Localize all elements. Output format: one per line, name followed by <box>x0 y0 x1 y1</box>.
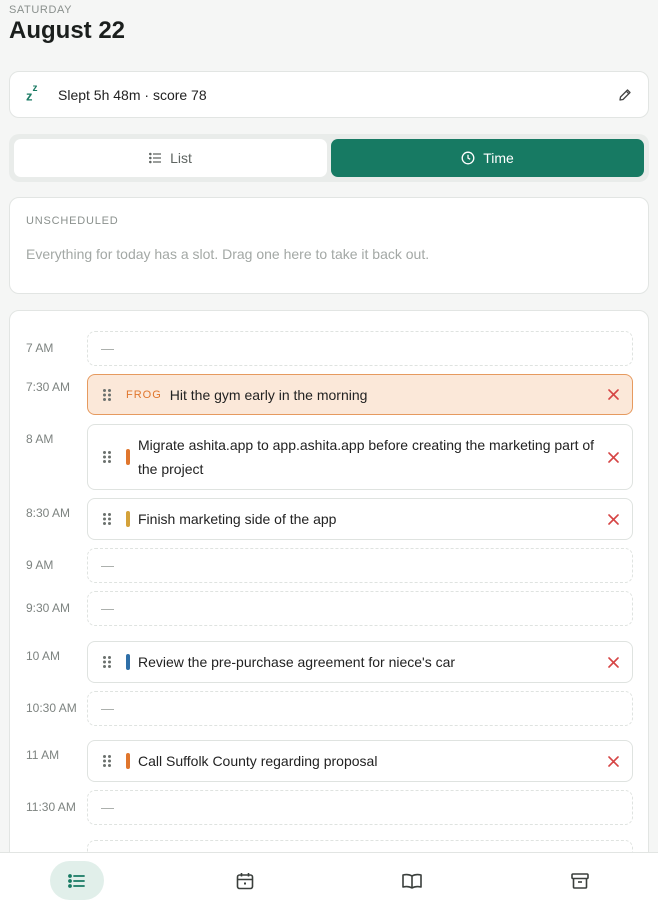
archive-icon <box>571 872 589 889</box>
calendar-icon <box>236 872 254 889</box>
frog-task-card[interactable]: FROG Hit the gym early in the morning <box>87 374 633 415</box>
drag-handle-icon[interactable] <box>102 450 112 464</box>
nav-list[interactable] <box>50 861 104 900</box>
priority-bar <box>126 753 130 769</box>
book-icon <box>402 873 422 889</box>
clock-icon <box>461 151 475 165</box>
nav-calendar[interactable] <box>218 861 272 900</box>
task-title: Hit the gym early in the morning <box>169 386 368 403</box>
empty-slot[interactable]: — <box>87 331 633 366</box>
time-label: 10:30 AM <box>26 701 77 715</box>
nav-journal[interactable] <box>385 861 439 900</box>
unscheduled-title: UNSCHEDULED <box>26 215 119 227</box>
task-title: Finish marketing side of the app <box>138 511 337 527</box>
timeline: 7 AM — 7:30 AM FROG Hit the gym early in the… <box>9 310 649 907</box>
time-label: 11 AM <box>26 748 60 762</box>
drag-handle-icon[interactable] <box>102 512 112 526</box>
task-title: Call Suffolk County regarding proposal <box>138 753 378 769</box>
task-title: Review the pre-purchase agreement for ni… <box>138 654 456 670</box>
time-view-label: Time <box>483 150 514 166</box>
empty-slot[interactable]: — <box>87 591 633 626</box>
empty-slot[interactable]: — <box>87 691 633 726</box>
time-label: 8 AM <box>26 432 54 446</box>
drag-handle-icon[interactable] <box>102 754 112 768</box>
time-label: 8:30 AM <box>26 506 71 520</box>
priority-bar <box>126 511 130 527</box>
day-label: SATURDAY <box>9 4 73 16</box>
nav-archive[interactable] <box>553 861 607 900</box>
list-icon <box>68 873 85 888</box>
bottom-nav <box>0 852 658 907</box>
frog-badge: FROG <box>126 388 162 401</box>
remove-icon[interactable] <box>606 388 620 402</box>
empty-slot[interactable]: — <box>87 548 633 583</box>
remove-icon[interactable] <box>606 450 620 464</box>
time-label: 11:30 AM <box>26 800 76 814</box>
sleep-summary-text: Slept 5h 48m · score 78 <box>58 86 207 103</box>
edit-icon[interactable] <box>616 86 634 104</box>
unscheduled-section[interactable]: UNSCHEDULED Everything for today has a s… <box>9 197 649 294</box>
remove-icon[interactable] <box>606 754 620 768</box>
list-icon <box>149 152 162 164</box>
page-title: August 22 <box>9 17 126 44</box>
empty-slot[interactable]: — <box>87 790 633 825</box>
time-label: 7 AM <box>26 341 54 355</box>
time-label: 9 AM <box>26 558 54 572</box>
drag-handle-icon[interactable] <box>102 388 112 402</box>
list-view-button[interactable]: List <box>14 139 327 177</box>
time-label: 10 AM <box>26 649 61 663</box>
list-view-label: List <box>170 150 192 166</box>
remove-icon[interactable] <box>606 655 620 669</box>
time-label: 9:30 AM <box>26 601 71 615</box>
task-card[interactable]: Review the pre-purchase agreement for ni… <box>87 641 633 683</box>
unscheduled-hint: Everything for today has a slot. Drag on… <box>26 246 430 262</box>
remove-icon[interactable] <box>606 512 620 526</box>
view-toggle: List Time <box>9 134 649 182</box>
task-card[interactable]: Call Suffolk County regarding proposal <box>87 740 633 782</box>
priority-bar <box>126 449 130 465</box>
drag-handle-icon[interactable] <box>102 655 112 669</box>
task-card[interactable]: Migrate ashita.app to app.ashita.app bef… <box>87 424 633 490</box>
time-view-button[interactable]: Time <box>331 139 644 177</box>
priority-bar <box>126 654 130 670</box>
task-title: Migrate ashita.app to app.ashita.app bef… <box>138 437 595 477</box>
task-card[interactable]: Finish marketing side of the app <box>87 498 633 540</box>
time-label: 7:30 AM <box>26 380 71 394</box>
sleep-summary-card[interactable]: zz Slept 5h 48m · score 78 <box>9 71 649 118</box>
sleep-icon: zz <box>26 83 38 104</box>
